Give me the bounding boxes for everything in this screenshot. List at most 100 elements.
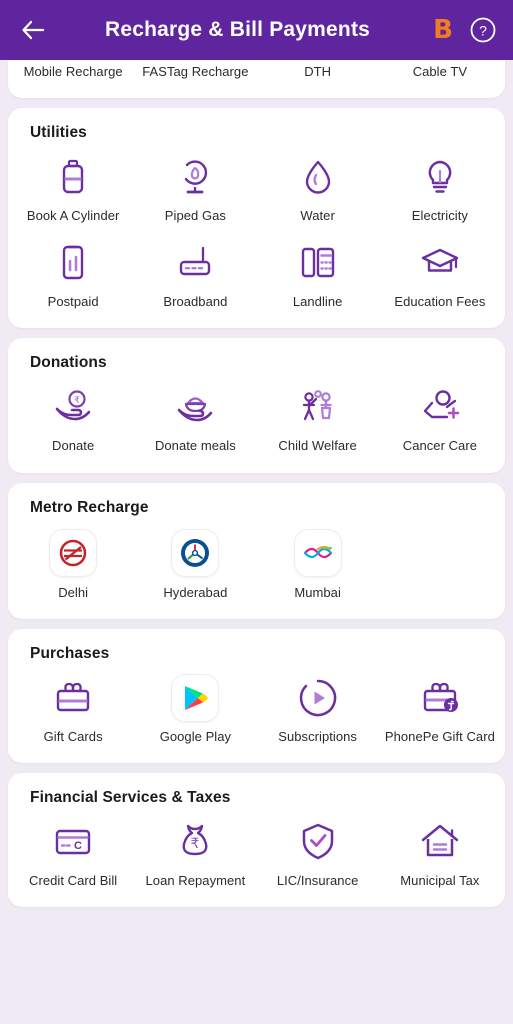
tile-piped-gas[interactable]: Piped Gas xyxy=(134,144,256,230)
tile-donate[interactable]: ₹ Donate xyxy=(12,374,134,460)
tile-gift-cards[interactable]: Gift Cards xyxy=(12,665,134,751)
content-scroll[interactable]: Mobile Recharge FASTag Recharge DTH Cabl… xyxy=(0,0,513,1024)
donations-section: Donations ₹ Donate Donate meals Child We… xyxy=(8,338,505,473)
app-header: Recharge & Bill Payments B ? xyxy=(0,0,513,60)
svg-text:?: ? xyxy=(479,23,487,39)
gas-cylinder-icon xyxy=(50,154,96,200)
google-play-logo-icon xyxy=(172,674,219,721)
tile-label: Google Play xyxy=(159,728,232,744)
svg-text:C: C xyxy=(74,840,82,852)
router-icon xyxy=(172,240,218,286)
tile-phonepe-gift-card[interactable]: PhonePe Gift Card xyxy=(379,665,501,751)
metro-grid: Delhi Hyderabad Mumbai xyxy=(12,519,501,607)
purchases-grid: Gift Cards Google Play Subscriptions Pho… xyxy=(12,665,501,751)
mumbai-metro-logo-icon xyxy=(294,529,341,577)
tile-lic-insurance[interactable]: LIC/Insurance xyxy=(257,809,379,895)
page-title: Recharge & Bill Payments xyxy=(104,18,371,41)
help-button[interactable]: ? xyxy=(469,16,497,44)
tile-label: Credit Card Bill xyxy=(29,872,118,888)
tile-subscriptions[interactable]: Subscriptions xyxy=(257,665,379,751)
credit-card-icon: C xyxy=(50,819,96,865)
purchases-section: Purchases Gift Cards Google Play Subscri… xyxy=(8,628,505,763)
tile-loan-repayment[interactable]: ₹ Loan Repayment xyxy=(134,809,256,895)
tile-broadband[interactable]: Broadband xyxy=(134,230,256,316)
tile-postpaid[interactable]: Postpaid xyxy=(12,230,134,316)
postpaid-bill-icon xyxy=(50,240,96,286)
shield-check-icon xyxy=(295,819,341,865)
tile-label: Electricity xyxy=(411,208,468,224)
section-title: Financial Services & Taxes xyxy=(30,788,231,806)
tile-label: Municipal Tax xyxy=(400,872,480,888)
tile-label: Donate xyxy=(52,438,95,454)
utilities-grid: Book A Cylinder Piped Gas Water Electric… xyxy=(12,144,501,316)
tile-label: Postpaid xyxy=(47,294,99,310)
tile-label: LIC/Insurance xyxy=(276,872,359,888)
tile-label: DTH xyxy=(304,64,332,79)
tile-label: Mobile Recharge xyxy=(23,64,123,79)
two-children-icon xyxy=(295,384,341,430)
svg-text:₹: ₹ xyxy=(74,396,80,406)
tile-book-a-cylinder[interactable]: Book A Cylinder xyxy=(12,144,134,230)
hyderabad-metro-logo-icon xyxy=(172,529,219,577)
financial-grid: C Credit Card Bill ₹ Loan Repayment LIC/… xyxy=(12,809,501,895)
tile-credit-card-bill[interactable]: C Credit Card Bill xyxy=(12,809,134,895)
play-circle-icon xyxy=(295,675,341,721)
hand-rupee-coin-icon: ₹ xyxy=(50,384,96,430)
graduation-cap-icon xyxy=(417,240,463,286)
section-title: Utilities xyxy=(30,124,87,142)
tile-donate-meals[interactable]: Donate meals xyxy=(134,374,256,460)
financial-services-section: Financial Services & Taxes C Credit Card… xyxy=(8,772,505,908)
person-care-plus-icon xyxy=(417,384,463,430)
house-document-icon xyxy=(417,819,463,865)
gift-card-icon xyxy=(50,675,96,721)
metro-recharge-section: Metro Recharge Delhi Hyderabad Mumbai xyxy=(8,482,505,619)
tile-water[interactable]: Water xyxy=(257,144,379,230)
delhi-metro-logo-icon xyxy=(50,529,97,577)
tile-metro-delhi[interactable]: Delhi xyxy=(12,519,134,607)
tile-child-welfare[interactable]: Child Welfare xyxy=(257,374,379,460)
help-circle-icon: ? xyxy=(470,17,496,43)
tile-label: Water xyxy=(300,208,335,224)
phonepe-gift-card-icon xyxy=(417,675,463,721)
tile-label: Hyderabad xyxy=(163,584,228,600)
tile-landline[interactable]: Landline xyxy=(257,230,379,316)
landline-phone-icon xyxy=(295,240,341,286)
arrow-left-icon xyxy=(22,20,45,40)
tile-label: PhonePe Gift Card xyxy=(384,728,495,744)
tile-electricity[interactable]: Electricity xyxy=(379,144,501,230)
water-drop-icon xyxy=(295,154,341,200)
money-bag-rupee-icon: ₹ xyxy=(172,819,218,865)
brand-logo-icon[interactable]: B xyxy=(431,15,455,45)
tile-label: Subscriptions xyxy=(278,728,357,744)
section-title: Metro Recharge xyxy=(30,498,149,516)
tile-metro-empty xyxy=(379,519,501,607)
tile-municipal-tax[interactable]: Municipal Tax xyxy=(379,809,501,895)
tile-label: Book A Cylinder xyxy=(26,208,120,224)
tile-label: Delhi xyxy=(58,584,89,600)
section-title: Purchases xyxy=(30,644,110,662)
tile-google-play[interactable]: Google Play xyxy=(134,665,256,751)
hand-food-bowl-icon xyxy=(172,384,218,430)
tile-label: Education Fees xyxy=(394,294,486,310)
tile-label: Landline xyxy=(292,294,343,310)
tile-cancer-care[interactable]: Cancer Care xyxy=(379,374,501,460)
utilities-section: Utilities Book A Cylinder Piped Gas Wate… xyxy=(8,108,505,329)
tile-label: Loan Repayment xyxy=(145,872,246,888)
tile-label: Broadband xyxy=(163,294,228,310)
app-screen: Recharge & Bill Payments B ? Mobile Rech… xyxy=(0,0,513,1024)
light-bulb-icon xyxy=(417,154,463,200)
gas-meter-flame-icon xyxy=(172,154,218,200)
tile-education-fees[interactable]: Education Fees xyxy=(379,230,501,316)
tile-label: Child Welfare xyxy=(278,438,357,454)
tile-metro-hyderabad[interactable]: Hyderabad xyxy=(134,519,256,607)
tile-label: Mumbai xyxy=(294,584,341,600)
tile-label: Gift Cards xyxy=(43,728,103,744)
brand-logo-letter: B xyxy=(433,15,453,45)
svg-text:₹: ₹ xyxy=(191,836,200,852)
tile-label: Cancer Care xyxy=(402,438,477,454)
tile-label: Donate meals xyxy=(154,438,236,454)
tile-metro-mumbai[interactable]: Mumbai xyxy=(257,519,379,607)
donations-grid: ₹ Donate Donate meals Child Welfare Canc… xyxy=(12,374,501,460)
tile-label: Cable TV xyxy=(412,64,468,79)
tile-label: FASTag Recharge xyxy=(142,64,249,79)
